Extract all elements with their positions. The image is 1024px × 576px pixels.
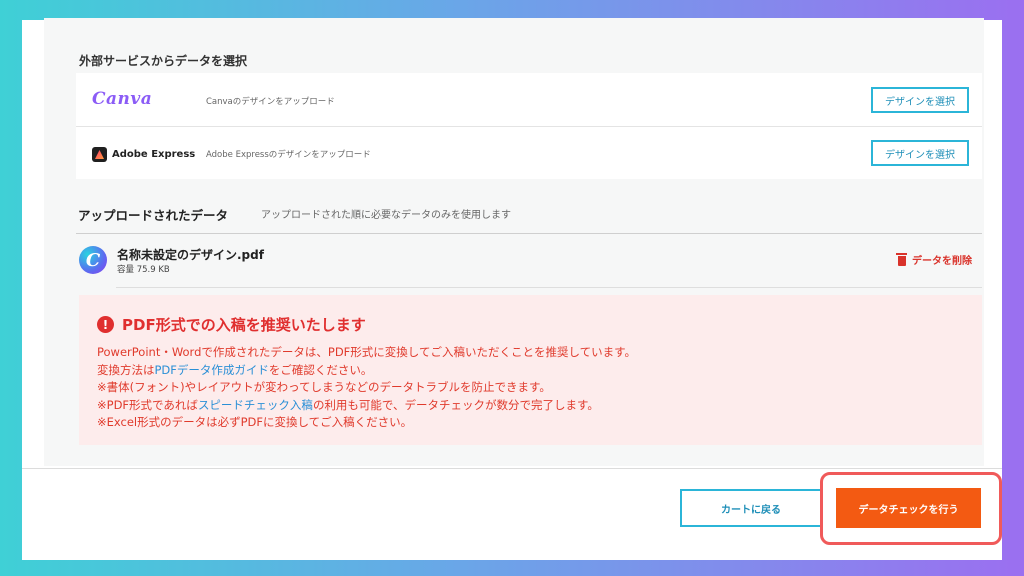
- alert-body: PowerPoint・Wordで作成されたデータは、PDF形式に変換してご入稿い…: [97, 344, 636, 432]
- canva-logo: Canva: [92, 89, 153, 109]
- service-description: Adobe Expressのデザインをアップロード: [206, 150, 371, 160]
- uploaded-data-title: アップロードされたデータ: [78, 208, 229, 223]
- canva-select-design-button[interactable]: デザインを選択: [871, 87, 969, 113]
- service-row-canva: Canva Canvaのデザインをアップロード デザインを選択: [76, 73, 982, 126]
- service-description: Canvaのデザインをアップロード: [206, 97, 335, 107]
- file-divider: [116, 287, 982, 288]
- alert-line: PowerPoint・Wordで作成されたデータは、PDF形式に変換してご入稿い…: [97, 345, 636, 359]
- back-to-cart-button[interactable]: カートに戻る: [680, 489, 822, 527]
- section-divider: [76, 233, 982, 234]
- delete-data-button[interactable]: データを削除: [896, 252, 972, 267]
- uploaded-data-note: アップロードされた順に必要なデータのみを使用します: [261, 210, 511, 221]
- adobe-express-logo: Adobe Express: [92, 147, 195, 162]
- data-check-button[interactable]: データチェックを行う: [836, 488, 981, 528]
- pdf-guide-link[interactable]: PDFデータ作成ガイド: [155, 363, 269, 377]
- speed-check-link[interactable]: スピードチェック入稿: [198, 398, 313, 412]
- trash-icon: [896, 253, 907, 266]
- adobe-select-design-button[interactable]: デザインを選択: [871, 140, 969, 166]
- exclamation-icon: !: [97, 316, 114, 333]
- alert-title-text: PDF形式での入稿を推奨いたします: [122, 316, 366, 334]
- pdf-recommendation-alert: ! PDF形式での入稿を推奨いたします PowerPoint・Wordで作成され…: [79, 295, 982, 445]
- service-row-adobe-express: Adobe Express Adobe Expressのデザインをアップロード …: [76, 126, 982, 179]
- alert-line: ※Excel形式のデータは必ずPDFに変換してご入稿ください。: [97, 415, 413, 429]
- alert-title: ! PDF形式での入稿を推奨いたします: [97, 314, 366, 335]
- alert-line: ※書体(フォント)やレイアウトが変わってしまうなどのデータトラブルを防止できます…: [97, 380, 551, 394]
- external-services-list: Canva Canvaのデザインをアップロード デザインを選択 Adobe Ex…: [76, 73, 982, 179]
- delete-data-label: データを削除: [912, 256, 972, 267]
- alert-line: 変換方法はPDFデータ作成ガイドをご確認ください。: [97, 362, 373, 377]
- external-services-title: 外部サービスからデータを選択: [79, 54, 248, 68]
- adobe-express-icon: [92, 147, 107, 162]
- adobe-express-logo-text: Adobe Express: [112, 149, 196, 160]
- file-size: 容量 75.9 KB: [117, 265, 170, 275]
- file-name: 名称未設定のデザイン.pdf: [117, 248, 264, 262]
- footer-divider: [22, 468, 1002, 469]
- canva-file-icon: C: [79, 246, 107, 274]
- alert-line: ※PDF形式であればスピードチェック入稿の利用も可能で、データチェックが数分で完…: [97, 397, 599, 412]
